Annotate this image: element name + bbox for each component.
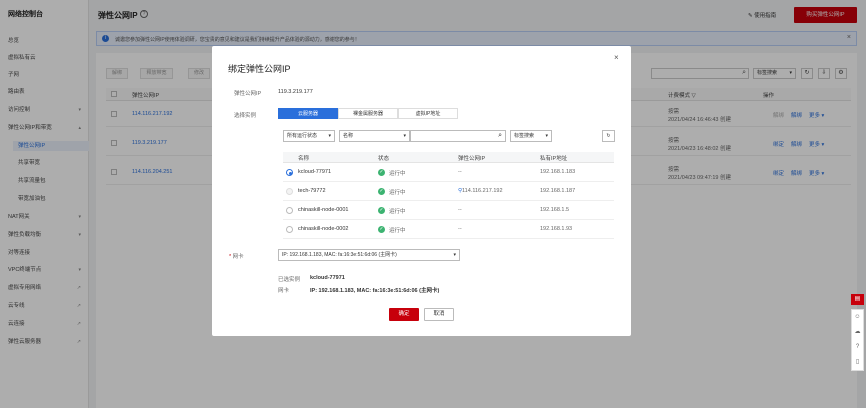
instance-name: tech-79772 — [298, 188, 326, 194]
tab-vip[interactable]: 虚拟IP地址 — [398, 108, 458, 119]
field-filter-value: 名称 — [343, 133, 354, 139]
instance-name: chinaskill-node-0002 — [298, 226, 349, 232]
bind-eip-dialog: 绑定弹性公网IP × 弹性公网IP 119.3.219.177 选择实例 云服务… — [212, 46, 631, 336]
instance-eip: ⚲114.116.217.192 — [458, 188, 503, 194]
instance-row[interactable]: chinaskill-node-0002 ✓ 运行中 -- 192.168.1.… — [283, 220, 614, 239]
nic-select-value: IP: 192.168.1.183, MAC: fa:16:3e:51:6d:0… — [282, 252, 397, 258]
nic-label: * 网卡 — [229, 252, 244, 260]
instance-name: chinaskill-node-0001 — [298, 207, 349, 213]
close-icon[interactable]: × — [614, 53, 619, 62]
eip-label: 弹性公网IP — [234, 91, 262, 97]
instance-private-ip: 192.168.1.5 — [540, 207, 570, 213]
tag-search-label: 标签搜索 — [514, 133, 535, 139]
instance-search-input[interactable]: ⌕ — [410, 130, 506, 142]
instance-private-ip: 192.168.1.187 — [540, 188, 576, 194]
field-filter-select[interactable]: 名称 ▾ — [339, 130, 410, 142]
selected-nic-label: 网卡 — [278, 288, 290, 294]
instance-row[interactable]: kcloud-77971 ✓ 运行中 -- 192.168.1.183 — [283, 163, 614, 182]
instance-table-header: 名称 状态 弹性公网IP 私有IP地址 — [283, 152, 614, 163]
required-mark: * — [229, 254, 232, 260]
tag-search-select[interactable]: 标签搜索 ▾ — [510, 130, 552, 142]
status-filter-select[interactable]: 所有运行状态 ▾ — [283, 130, 335, 142]
eip-value: 119.3.219.177 — [278, 89, 313, 95]
floating-toolbar: ☺ ☁ ? ▯ — [851, 309, 864, 371]
tab-ecs[interactable]: 云服务器 — [278, 108, 338, 119]
instance-private-ip: 192.168.1.183 — [540, 169, 576, 175]
running-status-icon: ✓ — [378, 188, 385, 195]
cloud-icon[interactable]: ☁ — [852, 325, 863, 340]
feedback-button[interactable]: ▤ — [851, 294, 864, 305]
running-status-icon: ✓ — [378, 169, 385, 176]
instance-eip: -- — [458, 169, 462, 175]
instance-eip-value: 114.116.217.192 — [462, 188, 503, 194]
chevron-down-icon: ▾ — [328, 133, 331, 139]
instance-row[interactable]: tech-79772 ✓ 运行中 ⚲114.116.217.192 192.16… — [283, 182, 614, 201]
chat-icon[interactable]: ☺ — [852, 310, 863, 325]
column-header-eip: 弹性公网IP — [458, 156, 486, 162]
instance-private-ip: 192.168.1.93 — [540, 226, 573, 232]
instance-status: 运行中 — [389, 171, 406, 177]
selected-instance-value: kcloud-77971 — [310, 275, 345, 281]
nic-label-text: 网卡 — [232, 254, 244, 260]
instance-radio — [286, 188, 293, 195]
instance-radio[interactable] — [286, 169, 293, 176]
running-status-icon: ✓ — [378, 226, 385, 233]
instance-label: 选择实例 — [234, 113, 257, 119]
tab-bms[interactable]: 裸金属服务器 — [338, 108, 398, 119]
chevron-down-icon: ▾ — [545, 133, 548, 139]
question-icon[interactable]: ? — [852, 340, 863, 355]
chevron-down-icon: ▾ — [453, 252, 456, 258]
cancel-button[interactable]: 取消 — [424, 308, 454, 321]
confirm-button[interactable]: 确定 — [389, 308, 419, 321]
column-header-name: 名称 — [298, 156, 310, 162]
document-icon[interactable]: ▯ — [852, 355, 863, 370]
selected-instance-label: 已选实例 — [278, 277, 301, 283]
instance-row[interactable]: chinaskill-node-0001 ✓ 运行中 -- 192.168.1.… — [283, 201, 614, 220]
instance-status: 运行中 — [389, 228, 406, 234]
chevron-down-icon: ▾ — [403, 133, 406, 139]
instance-radio[interactable] — [286, 207, 293, 214]
instance-radio[interactable] — [286, 226, 293, 233]
dialog-title: 绑定弹性公网IP — [228, 64, 291, 74]
status-filter-value: 所有运行状态 — [287, 133, 318, 139]
instance-status: 运行中 — [389, 190, 406, 196]
instance-eip: -- — [458, 226, 462, 232]
instance-name: kcloud-77971 — [298, 169, 332, 175]
column-header-private-ip: 私有IP地址 — [540, 156, 568, 162]
instance-eip: -- — [458, 207, 462, 213]
selected-nic-value: IP: 192.168.1.183, MAC: fa:16:3e:51:6d:0… — [310, 288, 440, 294]
refresh-icon[interactable]: ↻ — [602, 130, 615, 142]
nic-select[interactable]: IP: 192.168.1.183, MAC: fa:16:3e:51:6d:0… — [278, 249, 460, 261]
running-status-icon: ✓ — [378, 207, 385, 214]
feedback-icon: ▤ — [854, 296, 861, 302]
column-header-status: 状态 — [378, 156, 390, 162]
search-icon: ⌕ — [498, 132, 502, 139]
instance-status: 运行中 — [389, 209, 406, 215]
